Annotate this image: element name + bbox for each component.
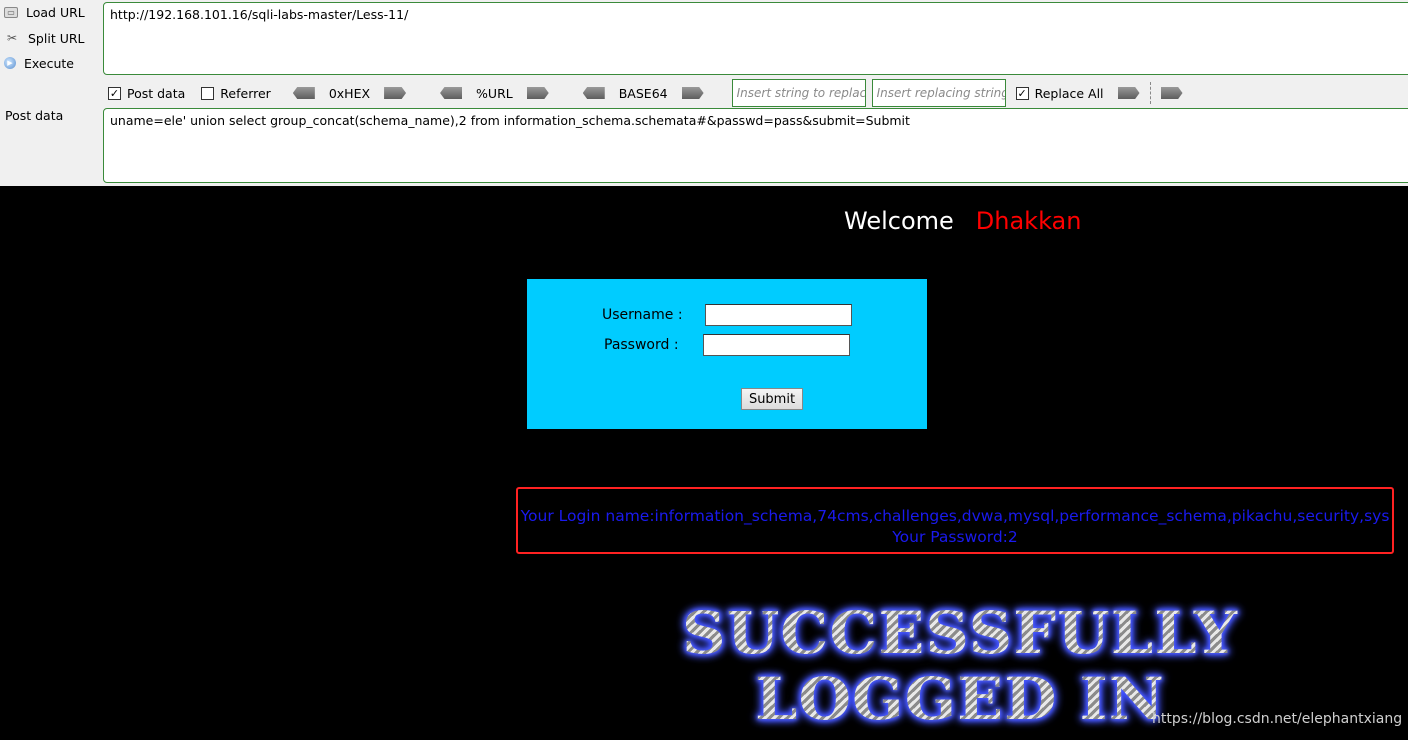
password-label: Password : (604, 337, 679, 353)
submit-button[interactable]: Submit (741, 388, 803, 410)
post-data-input[interactable]: uname=ele' union select group_concat(sch… (103, 108, 1408, 183)
execute-icon: ▶ (4, 57, 16, 69)
execute-label: Execute (24, 55, 74, 71)
hex-decode-arrow-icon[interactable] (292, 87, 315, 99)
replace-all-check-icon: ✓ (1015, 86, 1029, 100)
replace-all-checkbox[interactable]: ✓ Replace All (1015, 85, 1104, 101)
password-result: Your Password:2 (892, 528, 1018, 546)
hackbar-options-row: ✓ Post data Referrer 0xHEX %URL BASE64 I… (108, 79, 1189, 107)
base64-decode-arrow-icon[interactable] (582, 87, 605, 99)
referrer-check-box (201, 86, 215, 100)
login-form: Username : Password : Submit (527, 279, 927, 429)
load-url-label: Load URL (26, 4, 85, 20)
url-decode-arrow-icon[interactable] (440, 87, 463, 99)
execute-button[interactable]: ▶ Execute (4, 52, 74, 74)
success-banner-line1: SUCCESSFULLY (682, 599, 1238, 667)
result-message: Your Login name:information_schema,74cms… (516, 487, 1394, 554)
username-input[interactable] (705, 304, 852, 326)
post-data-check-icon: ✓ (108, 86, 121, 100)
referrer-checkbox-label: Referrer (220, 85, 271, 101)
split-url-button[interactable]: ✂ Split URL (4, 27, 85, 49)
post-data-checkbox[interactable]: ✓ Post data (108, 86, 185, 101)
load-url-icon: ▭ (4, 6, 18, 18)
welcome-heading: Welcome Dhakkan (844, 207, 1081, 235)
base64-label: BASE64 (618, 85, 668, 101)
base64-encode-arrow-icon[interactable] (681, 87, 704, 99)
separator (1149, 82, 1151, 104)
welcome-text: Welcome (844, 207, 954, 235)
replace-next-arrow-icon[interactable] (1160, 87, 1183, 99)
hex-encode-arrow-icon[interactable] (384, 87, 407, 99)
replace-arrow-icon[interactable] (1117, 87, 1140, 99)
url-encode-arrow-icon[interactable] (526, 87, 549, 99)
hex-encoder: 0xHEX (287, 86, 412, 101)
insert-string-input[interactable]: Insert string to replace (731, 79, 866, 107)
url-encoder: %URL (434, 86, 555, 101)
login-name-result: Your Login name:information_schema,74cms… (520, 507, 1390, 525)
load-url-button[interactable]: ▭ Load URL (4, 1, 85, 23)
replace-all-label: Replace All (1034, 85, 1104, 101)
hex-label: 0xHEX (328, 85, 371, 101)
watermark: https://blog.csdn.net/elephantxiang (1152, 711, 1403, 727)
post-data-label: Post data (5, 108, 64, 123)
url-input[interactable]: http://192.168.101.16/sqli-labs-master/L… (103, 2, 1408, 75)
post-data-checkbox-label: Post data (127, 85, 186, 101)
welcome-name: Dhakkan (975, 207, 1082, 235)
username-label: Username : (602, 307, 683, 323)
password-input[interactable] (703, 334, 850, 356)
hackbar-toolbar: ▭ Load URL ✂ Split URL ▶ Execute http://… (0, 0, 1408, 186)
base64-encoder: BASE64 (577, 86, 710, 101)
url-enc-label: %URL (476, 85, 513, 101)
referrer-checkbox[interactable]: Referrer (201, 86, 271, 101)
split-url-label: Split URL (28, 30, 85, 46)
insert-replacing-input[interactable]: Insert replacing string (871, 79, 1006, 107)
split-url-icon: ✂ (6, 31, 18, 45)
